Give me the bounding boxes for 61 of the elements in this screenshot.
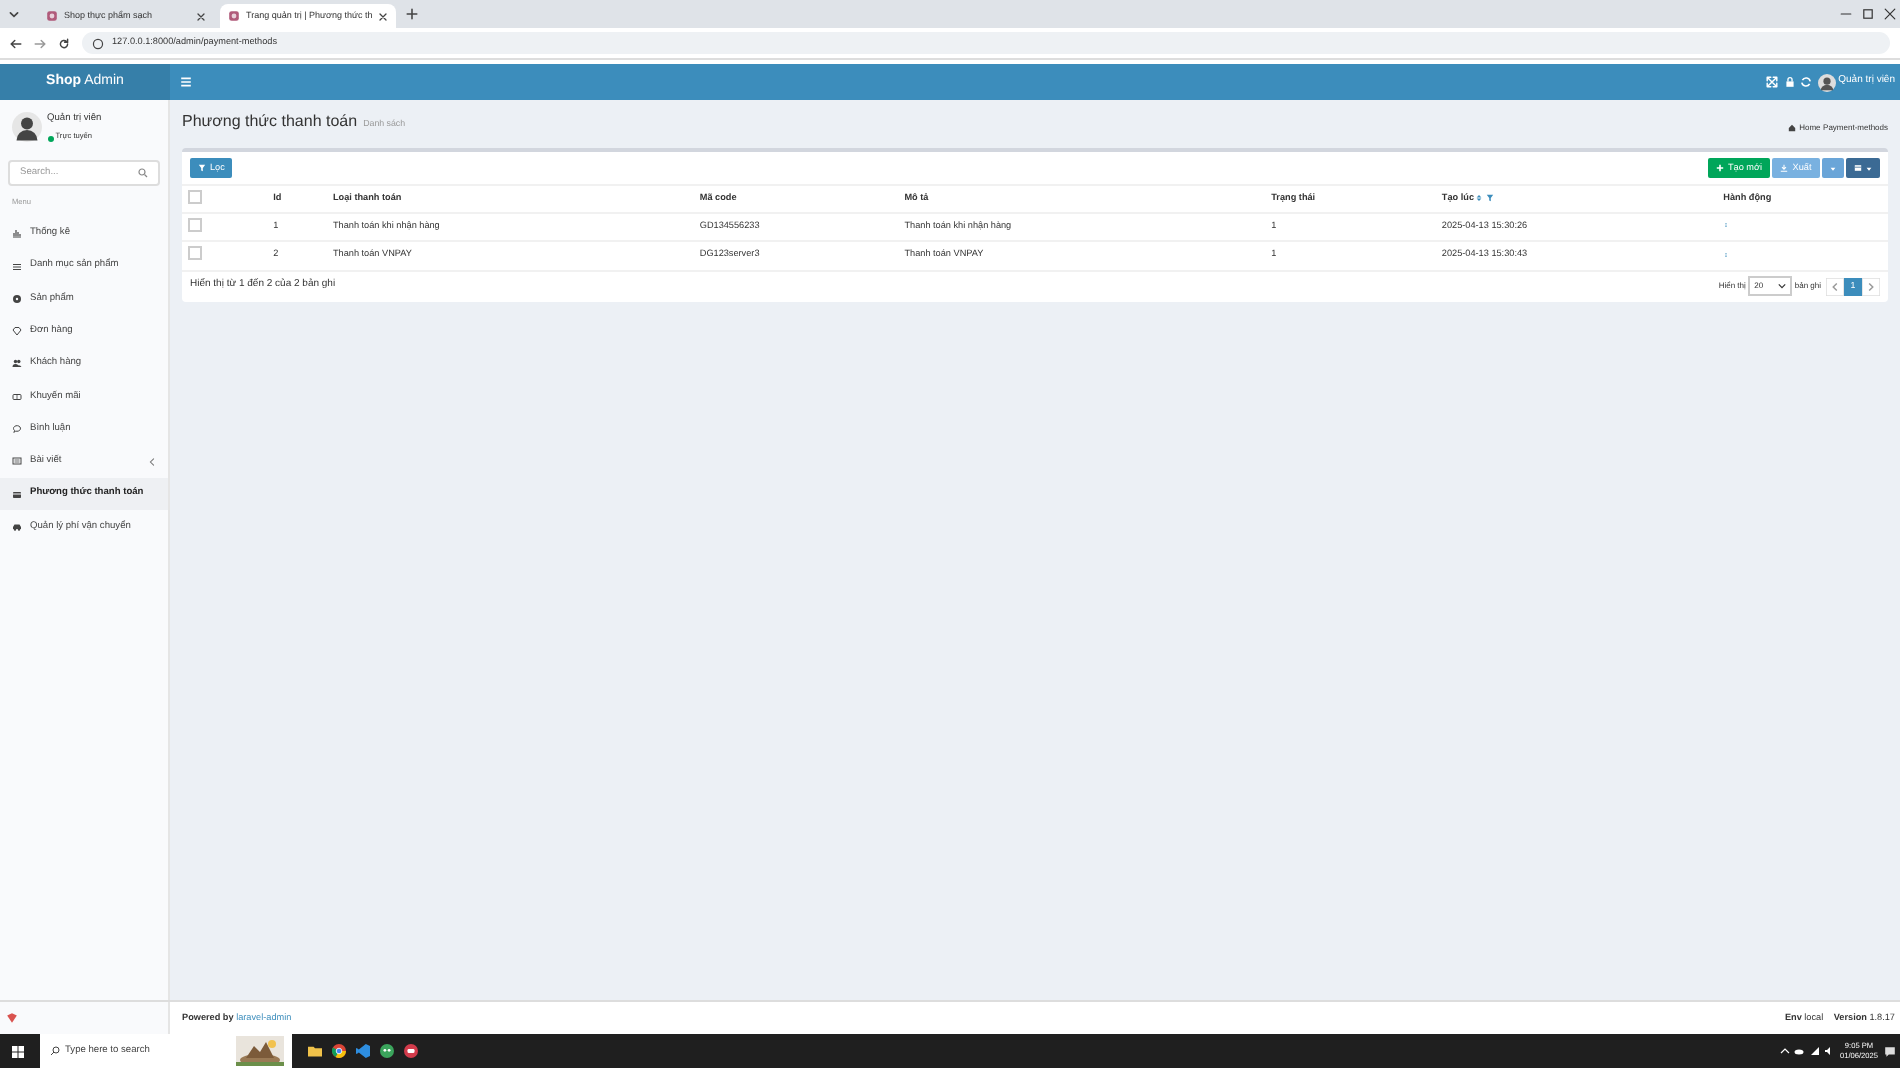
app-logo-icon[interactable] (6, 1012, 18, 1024)
users-icon (12, 358, 22, 369)
plus-icon[interactable] (406, 8, 418, 20)
minimize-icon[interactable] (1839, 8, 1851, 20)
table-icon (1854, 164, 1862, 172)
notification-icon[interactable] (1883, 1045, 1895, 1057)
sort-icon[interactable] (1476, 194, 1483, 203)
windows-icon[interactable] (12, 1045, 24, 1057)
plus-icon (1715, 164, 1724, 172)
row-checkbox[interactable] (188, 217, 202, 232)
caret-down-icon (1829, 165, 1836, 171)
online-dot-icon (47, 135, 53, 142)
chevron-down-icon (1778, 282, 1787, 290)
chevron-down-icon[interactable] (8, 8, 20, 20)
diamond-icon (12, 326, 22, 337)
page-title: Phương thức thanh toán (182, 110, 358, 134)
avatar-icon (12, 112, 42, 143)
close-icon[interactable] (1883, 8, 1895, 20)
refresh-icon[interactable] (1800, 76, 1813, 88)
back-icon[interactable] (10, 37, 22, 49)
speaker-icon[interactable] (1824, 1046, 1835, 1056)
code-editor-icon[interactable] (356, 1044, 370, 1058)
filter-icon (198, 164, 206, 172)
ticket-icon (12, 391, 22, 402)
filter-icon[interactable] (1485, 194, 1494, 203)
export-dropdown-button[interactable] (1821, 158, 1844, 178)
robot-icon[interactable] (380, 1044, 394, 1058)
columns-button[interactable] (1846, 158, 1880, 178)
chevron-left-icon (148, 457, 156, 466)
close-icon[interactable] (196, 11, 206, 21)
select-all-checkbox[interactable] (188, 189, 202, 204)
site-info-icon[interactable] (92, 37, 104, 49)
search-icon (50, 1046, 60, 1056)
row-checkbox[interactable] (188, 245, 202, 260)
chevron-up-icon[interactable] (1779, 1046, 1790, 1056)
disc-icon (12, 293, 22, 304)
forward-icon[interactable] (34, 37, 46, 49)
car-icon (12, 521, 22, 532)
newspaper-icon (12, 456, 22, 467)
bar-chart-icon (12, 228, 22, 239)
favicon-icon (46, 10, 58, 22)
browser-icon[interactable] (332, 1044, 346, 1058)
favicon-icon (228, 10, 240, 22)
lock-icon[interactable] (1783, 76, 1796, 88)
speech-bubble-icon (12, 423, 22, 434)
list-icon (12, 261, 22, 271)
home-icon (1788, 124, 1797, 132)
cloud-icon[interactable] (1794, 1046, 1805, 1056)
maximize-icon[interactable] (1861, 8, 1873, 20)
expand-icon[interactable] (1766, 76, 1779, 88)
download-icon (1780, 164, 1789, 172)
close-icon[interactable] (378, 11, 388, 21)
caret-down-icon (1866, 165, 1872, 171)
avatar-icon (1817, 73, 1836, 91)
reload-icon[interactable] (58, 37, 70, 49)
network-icon[interactable] (1809, 1046, 1820, 1056)
search-icon (138, 167, 148, 178)
menu-icon[interactable] (180, 76, 192, 88)
app-icon[interactable] (404, 1044, 418, 1058)
folder-icon[interactable] (308, 1044, 322, 1058)
credit-card-icon (12, 489, 22, 500)
